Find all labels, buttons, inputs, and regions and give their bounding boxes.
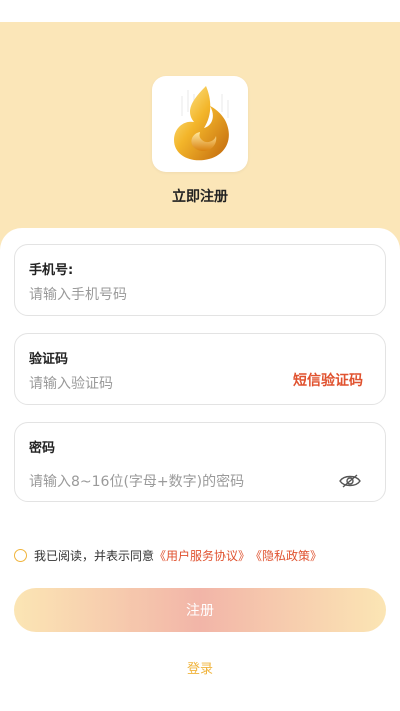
register-button[interactable]: 注册 — [14, 588, 386, 632]
send-sms-code-button[interactable]: 短信验证码 — [293, 370, 363, 390]
agreement-row: 我已阅读，并表示同意 《用户服务协议》 《隐私政策》 — [14, 545, 322, 565]
user-agreement-link[interactable]: 《用户服务协议》 — [154, 547, 250, 564]
phone-input[interactable] — [29, 283, 289, 307]
status-bar — [0, 0, 400, 22]
app-logo — [152, 76, 248, 172]
code-label: 验证码 — [29, 352, 69, 367]
login-link[interactable]: 登录 — [0, 658, 400, 677]
password-field-card: 密码 — [14, 422, 386, 502]
privacy-policy-link[interactable]: 《隐私政策》 — [250, 547, 322, 564]
phone-label: 手机号: — [29, 263, 74, 278]
password-input[interactable] — [29, 470, 329, 494]
agreement-radio[interactable] — [14, 548, 27, 562]
password-label: 密码 — [29, 441, 56, 456]
phone-field-card: 手机号: — [14, 244, 386, 316]
code-field-card: 验证码 短信验证码 — [14, 333, 386, 405]
code-input[interactable] — [29, 372, 249, 396]
flame-logo-icon — [174, 86, 229, 161]
eye-off-icon[interactable] — [339, 473, 361, 489]
agreement-text: 我已阅读，并表示同意 — [34, 548, 155, 563]
page-title: 立即注册 — [172, 189, 228, 205]
